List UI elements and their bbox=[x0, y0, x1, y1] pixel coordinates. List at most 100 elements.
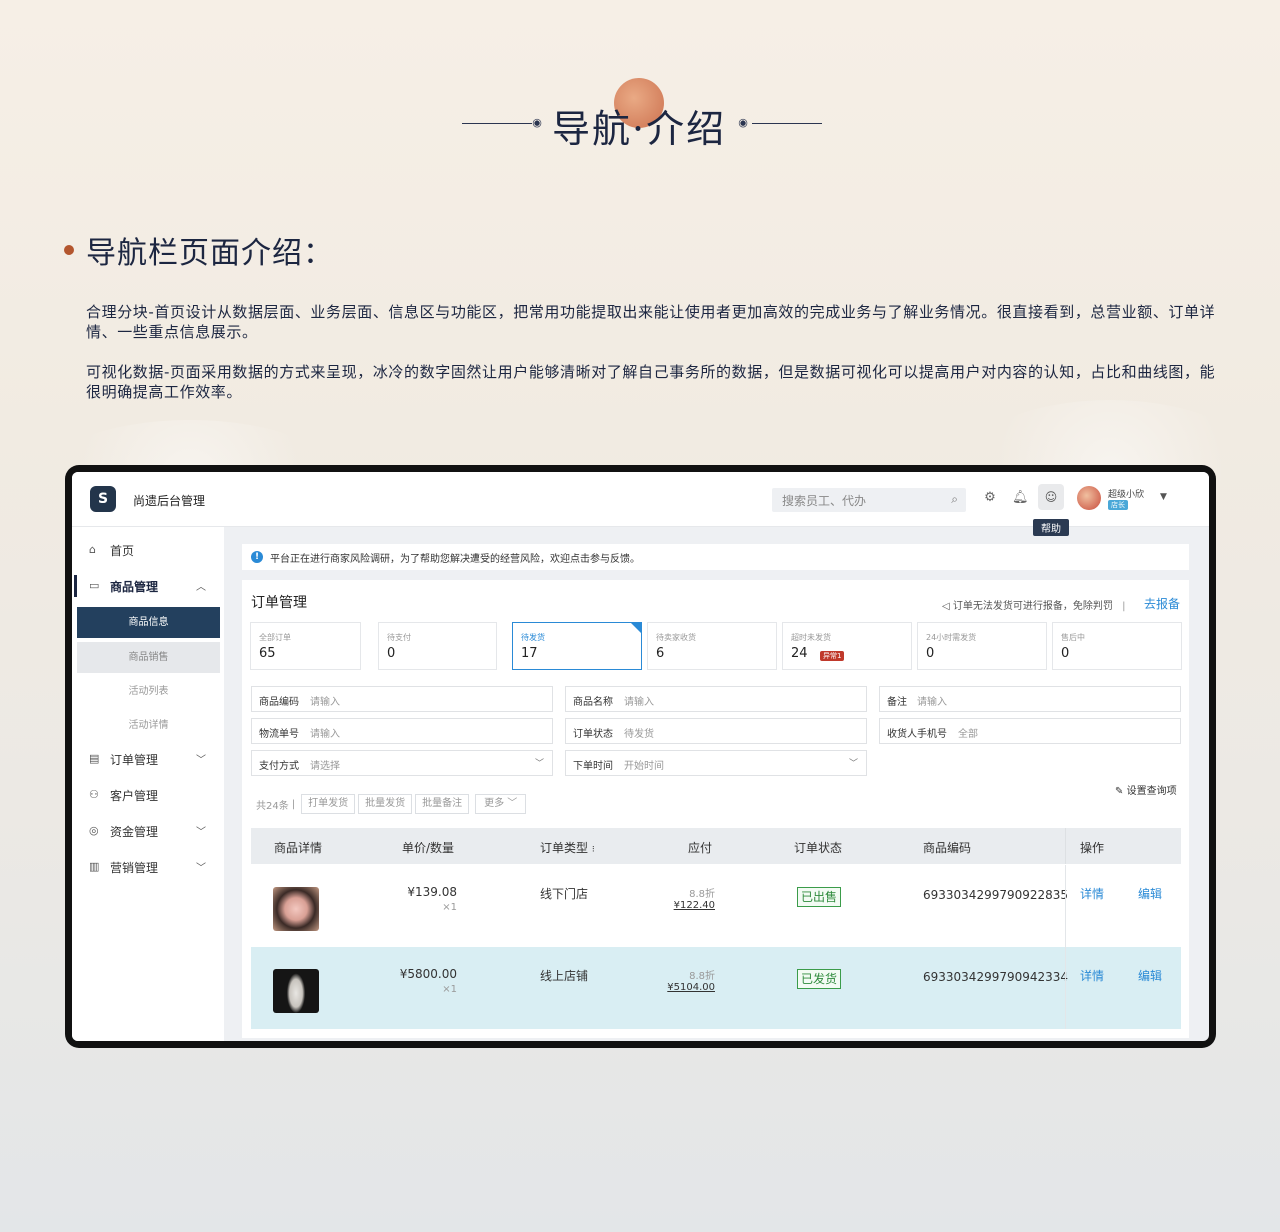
sidebar-item-customers[interactable]: ⚇ 客户管理 bbox=[72, 780, 224, 810]
field-placeholder: 请选择 bbox=[310, 761, 340, 772]
notice-text: 平台正在进行商家风险调研，为了帮助您解决遭受的经营风险，欢迎点击参与反馈。 bbox=[270, 554, 640, 565]
sidebar-subitem-activity-detail[interactable]: 活动详情 bbox=[77, 710, 220, 741]
chevron-down-icon[interactable]: ▼ bbox=[1160, 492, 1167, 502]
sidebar-item-funds[interactable]: ◎ 资金管理 ﹀ bbox=[72, 816, 224, 846]
chevron-up-icon: ︿ bbox=[196, 582, 206, 593]
amount-due: ¥5104.00 bbox=[667, 982, 715, 993]
sidebar-item-goods[interactable]: ▭ 商品管理 ︿ bbox=[72, 571, 224, 601]
field-placeholder: 开始时间 bbox=[624, 761, 664, 772]
detail-link[interactable]: 详情 bbox=[1080, 885, 1104, 902]
tracking-number-field[interactable]: 物流单号 请输入 bbox=[251, 718, 553, 744]
query-settings-button[interactable]: ✎ 设置查询项 bbox=[1115, 782, 1177, 797]
more-button[interactable]: 更多 ﹀ bbox=[475, 794, 527, 814]
stat-card-pending-receive[interactable]: 待卖家收货 6 bbox=[647, 622, 777, 670]
top-bar: S 尚遗后台管理 搜索员工、代办 ⌕ ⚙ 🔔︎ ☺ 帮助 超级小欣 店长 ▼ bbox=[72, 472, 1209, 536]
stat-label: 24小时需发货 bbox=[926, 633, 977, 642]
discount: 8.8折 bbox=[689, 971, 715, 982]
search-input[interactable]: 搜索员工、代办 ⌕ bbox=[772, 488, 966, 512]
app-title: 尚遗后台管理 bbox=[133, 494, 206, 508]
divider-left bbox=[462, 123, 532, 124]
edit-link[interactable]: 编辑 bbox=[1138, 967, 1162, 984]
bell-icon[interactable]: 🔔︎ bbox=[1012, 490, 1029, 506]
chevron-down-icon: ﹀ bbox=[196, 755, 206, 766]
remark-field[interactable]: 备注 请输入 bbox=[879, 686, 1181, 712]
field-value: 待发货 bbox=[624, 729, 654, 740]
app-logo[interactable]: S bbox=[90, 486, 116, 512]
unit-price: ¥5800.00 bbox=[399, 967, 457, 981]
product-thumbnail[interactable] bbox=[273, 969, 319, 1013]
field-value: 全部 bbox=[958, 729, 978, 740]
stat-value: 0 bbox=[387, 646, 396, 661]
notice-bar[interactable]: ! 平台正在进行商家风险调研，为了帮助您解决遭受的经营风险，欢迎点击参与反馈。 bbox=[242, 544, 1189, 570]
stat-card-24h[interactable]: 24小时需发货 0 bbox=[917, 622, 1047, 670]
chevron-down-icon: ﹀ bbox=[848, 759, 858, 769]
column-header-sortable[interactable]: 订单类型 ⁝ bbox=[540, 839, 595, 856]
field-label: 物流单号 bbox=[259, 729, 299, 740]
app-screen: S 尚遗后台管理 搜索员工、代办 ⌕ ⚙ 🔔︎ ☺ 帮助 超级小欣 店长 ▼ ⌂… bbox=[72, 472, 1209, 1041]
field-placeholder: 请输入 bbox=[624, 697, 654, 708]
order-panel: 订单管理 ◁ 订单无法发货可进行报备，免除判罚 | 去报备 全部订单 65 待支… bbox=[242, 580, 1189, 1038]
stat-label: 售后中 bbox=[1061, 633, 1085, 642]
report-warning: ◁ 订单无法发货可进行报备，免除判罚 | bbox=[942, 597, 1131, 612]
stat-label: 超时未发货 bbox=[791, 633, 831, 642]
sort-icon: ⁝ bbox=[591, 845, 595, 855]
help-tooltip: 帮助 bbox=[1033, 519, 1069, 536]
amount-due: ¥122.40 bbox=[673, 900, 715, 911]
stat-card-overdue[interactable]: 超时未发货 24 异常1 bbox=[782, 622, 912, 670]
order-type: 线下门店 bbox=[540, 887, 589, 901]
batch-ship-button[interactable]: 批量发货 bbox=[358, 794, 413, 814]
product-thumbnail[interactable] bbox=[273, 887, 319, 931]
report-link[interactable]: 去报备 bbox=[1144, 595, 1180, 612]
table-header: 商品详情 单价/数量 订单类型 ⁝ 应付 订单状态 商品编码 操作 bbox=[251, 828, 1181, 864]
quantity: ×1 bbox=[442, 984, 457, 995]
detail-link[interactable]: 详情 bbox=[1080, 967, 1104, 984]
sidebar-subitem-goods-info[interactable]: 商品信息 bbox=[77, 607, 220, 638]
sidebar-item-label: 订单管理 bbox=[110, 753, 159, 767]
table-row[interactable]: ¥5800.00 ×1 线上店铺 8.8折 ¥5104.00 已发货 69330… bbox=[251, 947, 1181, 1029]
column-header: 单价/数量 bbox=[402, 841, 455, 855]
product-code: 6933034299790942334 bbox=[923, 970, 1069, 984]
column-header: 订单状态 bbox=[794, 841, 843, 855]
sidebar-item-label: 资金管理 bbox=[110, 825, 159, 839]
user-name[interactable]: 超级小欣 bbox=[1108, 487, 1144, 500]
stat-card-all[interactable]: 全部订单 65 bbox=[250, 622, 361, 670]
stat-card-aftersale[interactable]: 售后中 0 bbox=[1052, 622, 1182, 670]
money-icon: ◎ bbox=[89, 824, 99, 837]
stat-value: 24 bbox=[791, 646, 808, 661]
sidebar: ⌂ 首页 ▭ 商品管理 ︿ 商品信息 商品销售 活动列表 活动详情 ▤ 订单管理… bbox=[72, 527, 224, 1041]
avatar[interactable] bbox=[1077, 486, 1101, 510]
more-label: 更多 bbox=[484, 798, 505, 809]
edit-link[interactable]: 编辑 bbox=[1138, 885, 1162, 902]
chevron-down-icon: ﹀ bbox=[196, 827, 206, 838]
search-icon[interactable]: ⌕ bbox=[951, 492, 958, 507]
record-count: 共24条 bbox=[256, 800, 289, 812]
order-time-select[interactable]: 下单时间 开始时间 ﹀ bbox=[565, 750, 867, 776]
product-code-field[interactable]: 商品编码 请输入 bbox=[251, 686, 553, 712]
sidebar-item-label: 客户管理 bbox=[110, 789, 159, 803]
column-header-label: 订单类型 bbox=[540, 841, 589, 855]
batch-remark-button[interactable]: 批量备注 bbox=[415, 794, 470, 814]
table-row[interactable]: ¥139.08 ×1 线下门店 8.8折 ¥122.40 已出售 6933034… bbox=[251, 865, 1181, 947]
sidebar-subitem-activity-list[interactable]: 活动列表 bbox=[77, 676, 220, 707]
field-placeholder: 请输入 bbox=[917, 697, 947, 708]
sidebar-subitem-goods-sales[interactable]: 商品销售 bbox=[77, 642, 220, 673]
paragraph-1: 合理分块-首页设计从数据层面、业务层面、信息区与功能区，把常用功能提取出来能让使… bbox=[86, 303, 1216, 341]
product-name-field[interactable]: 商品名称 请输入 bbox=[565, 686, 867, 712]
gear-icon[interactable]: ⚙ bbox=[982, 490, 998, 506]
sidebar-item-marketing[interactable]: ▥ 营销管理 ﹀ bbox=[72, 852, 224, 882]
field-label: 下单时间 bbox=[573, 761, 613, 772]
help-button[interactable]: ☺ bbox=[1038, 484, 1064, 510]
paragraph-2: 可视化数据-页面采用数据的方式来呈现，冰冷的数字固然让用户能够清晰对了解自己事务… bbox=[86, 363, 1216, 401]
order-status-field[interactable]: 订单状态 待发货 bbox=[565, 718, 867, 744]
stat-card-pending-pay[interactable]: 待支付 0 bbox=[378, 622, 497, 670]
marketing-icon: ▥ bbox=[89, 860, 100, 873]
column-header: 应付 bbox=[688, 841, 713, 855]
field-label: 收货人手机号 bbox=[887, 729, 947, 740]
sidebar-item-home[interactable]: ⌂ 首页 bbox=[72, 535, 224, 565]
sidebar-item-orders[interactable]: ▤ 订单管理 ﹀ bbox=[72, 744, 224, 774]
stat-card-pending-ship[interactable]: 待发货 17 bbox=[512, 622, 642, 670]
payment-method-select[interactable]: 支付方式 请选择 ﹀ bbox=[251, 750, 553, 776]
receiver-phone-field[interactable]: 收货人手机号 全部 bbox=[879, 718, 1181, 744]
stat-value: 6 bbox=[656, 646, 665, 661]
print-ship-button[interactable]: 打单发货 bbox=[301, 794, 356, 814]
